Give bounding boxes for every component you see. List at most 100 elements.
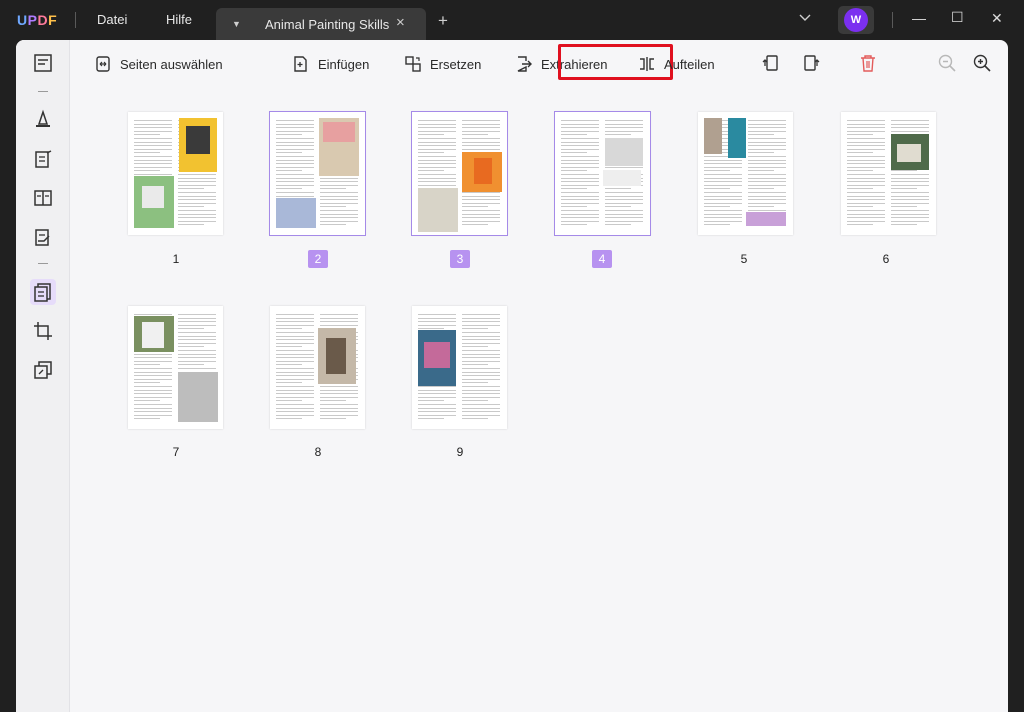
page-number-label[interactable]: 9 (450, 443, 470, 461)
sign-icon[interactable] (30, 224, 56, 250)
layers-icon[interactable] (30, 357, 56, 383)
thumbnail-text-line (320, 202, 358, 204)
thumbnail-text-line (748, 156, 786, 157)
page-thumbnail[interactable] (269, 111, 366, 236)
thumbnail-text-line (704, 217, 742, 219)
thumbnail-text-line (418, 407, 456, 409)
thumbnail-text-line (418, 404, 456, 405)
thumbnail-text-line (462, 368, 500, 369)
thumbnail-text-line (704, 206, 730, 208)
replace-button[interactable]: Ersetzen (404, 50, 481, 78)
thumbnail-text-line (320, 195, 358, 197)
edit-text-icon[interactable] (30, 146, 56, 172)
thumbnail-text-line (561, 217, 599, 219)
thumbnail-image (323, 122, 355, 142)
minimize-button[interactable]: — (912, 10, 926, 26)
tab-close-icon[interactable]: × (396, 14, 405, 31)
thumbnail-text-line (462, 130, 500, 132)
page-thumbnail[interactable] (841, 112, 936, 235)
page-thumbnail[interactable] (698, 112, 793, 235)
thumbnail-text-line (134, 130, 172, 132)
rotate-left-icon[interactable] (760, 52, 782, 74)
thumbnail-image (704, 118, 722, 154)
thumbnail-text-line (320, 217, 358, 219)
thumbnail-text-line (134, 404, 172, 405)
thumbnail-text-line (418, 130, 456, 132)
menu-hilfe[interactable]: Hilfe (166, 12, 192, 27)
thumbnail-text-line (178, 206, 204, 208)
maximize-button[interactable]: ☐ (951, 9, 964, 26)
thumbnail-text-line (276, 382, 302, 384)
trash-icon[interactable] (857, 52, 879, 74)
thumbnail-text-line (320, 396, 358, 398)
close-window-button[interactable]: ✕ (991, 10, 1003, 27)
tab-dropdown-icon[interactable]: ▼ (232, 19, 241, 29)
thumbnail-text-line (276, 127, 314, 129)
thumbnail-text-line (462, 199, 500, 201)
zoom-in-icon[interactable] (971, 52, 993, 74)
zoom-out-icon[interactable] (936, 52, 958, 74)
select-pages-button[interactable]: Seiten auswählen (94, 50, 223, 78)
page-thumbnail[interactable] (270, 306, 365, 429)
thumbnail-text-line (320, 184, 358, 186)
thumbnail-text-line (605, 224, 631, 226)
page-number-label[interactable]: 3 (450, 250, 470, 268)
page-number-label[interactable]: 5 (734, 250, 754, 268)
split-button[interactable]: Aufteilen (638, 50, 715, 78)
thumbnail-text-line (276, 145, 314, 147)
thumbnail-text-line (418, 138, 456, 139)
document-tab[interactable]: ▼ Animal Painting Skills × (216, 8, 426, 40)
thumbnail-text-line (462, 220, 500, 222)
chevron-down-icon[interactable] (799, 11, 811, 25)
menu-datei[interactable]: Datei (97, 12, 127, 27)
thumbnail-text-line (462, 335, 500, 337)
thumbnail-text-line (276, 321, 314, 323)
thumbnail-text-line (178, 220, 216, 222)
page-thumbnail[interactable] (411, 111, 508, 236)
user-avatar[interactable]: W (838, 6, 874, 34)
thumbnail-text-line (462, 192, 500, 193)
new-tab-button[interactable]: + (438, 11, 448, 31)
updf-logo[interactable]: UPDF (17, 12, 57, 28)
thumbnail-text-line (561, 220, 599, 222)
thumbnail-text-line (418, 393, 456, 395)
page-thumbnail[interactable] (554, 111, 651, 236)
thumbnail-text-line (276, 174, 314, 175)
thumbnail-text-line (320, 324, 358, 326)
thumbnail-text-line (748, 123, 786, 125)
thumbnail-text-line (134, 170, 160, 172)
extract-icon (517, 56, 532, 72)
page-number-label[interactable]: 6 (876, 250, 896, 268)
insert-button[interactable]: Einfügen (292, 50, 369, 78)
page-number-label[interactable]: 1 (166, 250, 186, 268)
thumbnail-text-line (704, 177, 742, 179)
form-icon[interactable] (30, 185, 56, 211)
thumbnail-text-line (561, 202, 599, 204)
thumbnail-text-line (276, 159, 314, 161)
highlighter-icon[interactable] (30, 106, 56, 132)
organize-pages-icon[interactable] (30, 279, 56, 305)
thumbnail-text-line (276, 141, 314, 143)
page-number-label[interactable]: 7 (166, 443, 186, 461)
thumbnail-text-line (134, 314, 172, 315)
thumbnail-text-line (748, 192, 786, 193)
rotate-right-icon[interactable] (800, 52, 822, 74)
thumbnail-text-line (276, 418, 302, 420)
page-number-label[interactable]: 2 (308, 250, 328, 268)
page-thumbnail[interactable] (128, 306, 223, 429)
thumbnail-text-line (178, 181, 216, 183)
page-number-label[interactable]: 8 (308, 443, 328, 461)
crop-icon[interactable] (30, 318, 56, 344)
thumbnail-text-line (605, 220, 643, 222)
thumbnail-text-line (178, 184, 216, 186)
page-thumbnail[interactable] (128, 112, 223, 235)
thumbnail-text-line (605, 127, 643, 129)
reader-icon[interactable] (30, 50, 56, 76)
thumbnail-image (897, 144, 921, 162)
thumbnail-text-line (418, 174, 456, 175)
thumbnail-text-line (561, 195, 599, 197)
thumbnail-text-line (276, 123, 314, 125)
page-thumbnail[interactable] (412, 306, 507, 429)
page-number-label[interactable]: 4 (592, 250, 612, 268)
thumbnail-text-line (605, 166, 643, 168)
